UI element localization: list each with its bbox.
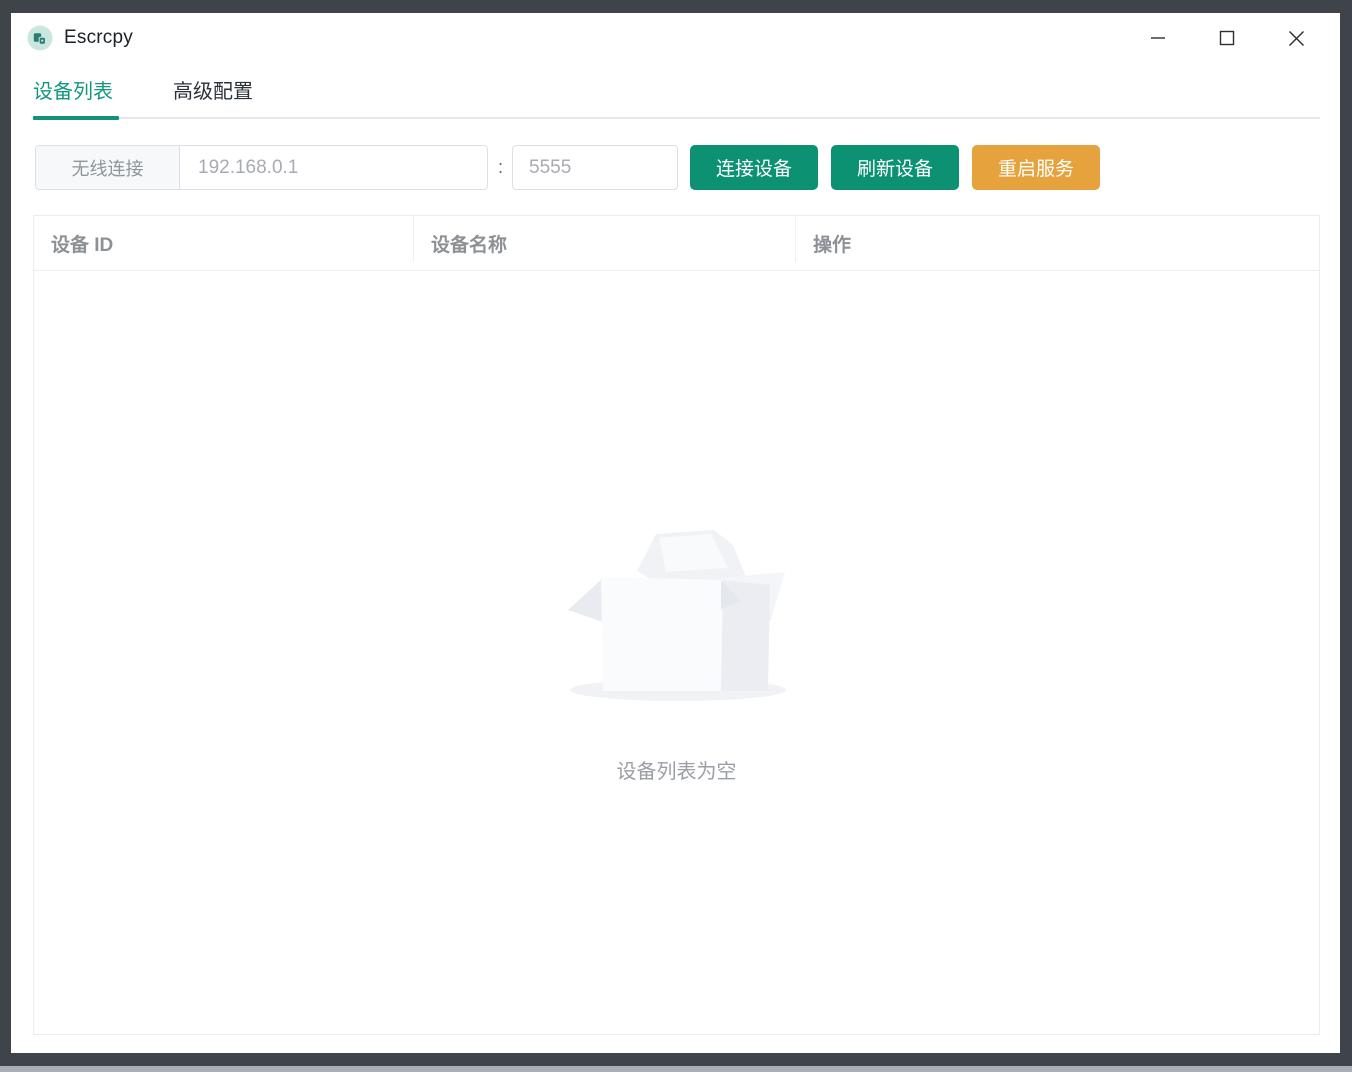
window-controls: [1113, 20, 1340, 56]
device-table: 设备 ID 设备名称 操作: [33, 215, 1320, 1035]
titlebar: Escrcpy: [11, 13, 1340, 63]
maximize-button[interactable]: [1203, 20, 1251, 56]
port-separator: :: [498, 157, 503, 178]
table-body: 设备列表为空: [34, 271, 1319, 1034]
ip-address-input[interactable]: [180, 146, 487, 189]
window-shadow-strip: [0, 1066, 1352, 1072]
toolbar: 无线连接 : 连接设备 刷新设备 重启服务: [35, 145, 1340, 190]
app-title: Escrcpy: [64, 27, 133, 49]
minimize-icon: [1150, 30, 1166, 46]
empty-state-text: 设备列表为空: [617, 755, 737, 784]
restart-service-button[interactable]: 重启服务: [972, 145, 1100, 190]
column-header-device-id: 设备 ID: [34, 216, 414, 270]
wireless-connect-label: 无线连接: [36, 146, 180, 189]
port-input[interactable]: [512, 145, 678, 190]
tab-device-list[interactable]: 设备列表: [33, 75, 113, 104]
minimize-button[interactable]: [1134, 20, 1182, 56]
active-tab-indicator: [33, 116, 119, 120]
app-window: Escrcpy 设备列表 高级配置: [11, 13, 1340, 1053]
escrcpy-logo-icon: [27, 25, 53, 51]
close-icon: [1288, 30, 1305, 47]
wireless-connect-group: 无线连接: [35, 145, 488, 190]
column-header-actions: 操作: [796, 216, 1319, 270]
tab-advanced-config[interactable]: 高级配置: [173, 75, 253, 104]
connect-device-button[interactable]: 连接设备: [690, 145, 818, 190]
maximize-icon: [1219, 30, 1235, 46]
column-header-device-name: 设备名称: [414, 216, 796, 270]
tab-row: 设备列表 高级配置: [33, 63, 1340, 115]
refresh-devices-button[interactable]: 刷新设备: [831, 145, 959, 190]
tab-bar: 设备列表 高级配置: [11, 63, 1340, 119]
empty-box-icon: [562, 525, 792, 703]
empty-state: 设备列表为空: [562, 525, 792, 784]
close-button[interactable]: [1272, 20, 1320, 56]
tabs-track: [33, 117, 1320, 119]
table-header-row: 设备 ID 设备名称 操作: [34, 216, 1319, 271]
